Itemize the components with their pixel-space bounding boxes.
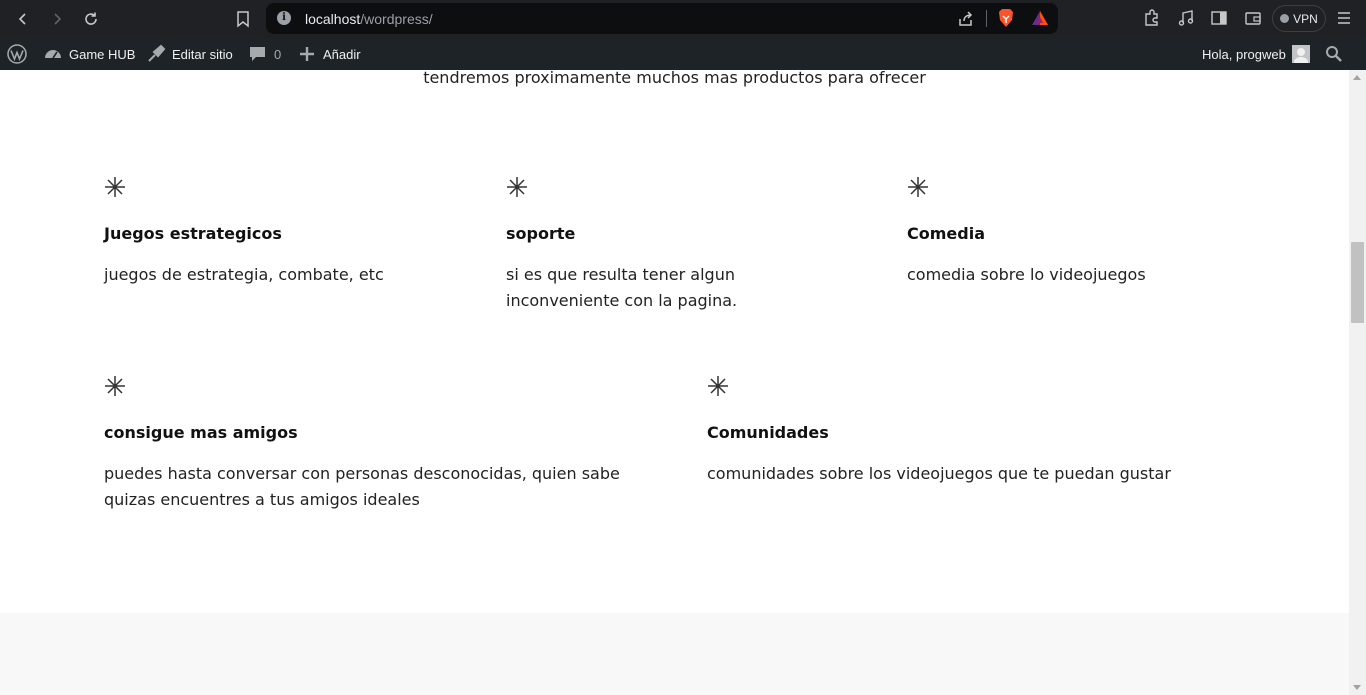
feature-title: Juegos estrategicos [104,224,282,243]
search-icon[interactable] [1324,38,1344,70]
page-content: tendremos proximamente muchos mas produc… [0,68,1349,695]
asterisk-icon [507,177,527,197]
feature-card: Comedia comedia sobre lo videojuegos [907,176,1237,288]
url-text[interactable]: localhost/wordpress/ [305,11,433,27]
feature-text: si es que resulta tener algun inconvenie… [506,265,738,310]
feature-title: Comedia [907,224,985,243]
feature-text: comedia sobre lo videojuegos [907,265,1146,284]
page-scrollbar[interactable] [1349,70,1366,695]
wp-admin-bar: Game HUB Editar sitio 0 Añadir Hola, pro… [0,38,1366,70]
footer-section [0,613,1349,695]
feature-text: juegos de estrategia, combate, etc [104,265,384,284]
feature-card: consigue mas amigos puedes hasta convers… [104,375,664,513]
greeting-label: Hola, progweb [1202,46,1286,62]
wallet-icon[interactable] [1243,8,1265,30]
asterisk-icon [908,177,928,197]
forward-icon[interactable] [44,6,70,32]
browser-toolbar: i localhost/wordpress/ VPN [0,0,1366,38]
feature-card: Juegos estrategicos juegos de estrategia… [104,176,434,288]
scroll-thumb[interactable] [1351,242,1364,323]
vpn-status-icon [1280,14,1290,23]
feature-title: consigue mas amigos [104,423,298,442]
brush-icon [148,44,166,62]
scroll-up-icon[interactable] [1353,75,1361,80]
reload-icon[interactable] [78,6,104,32]
feature-text: puedes hasta conversar con personas desc… [104,464,620,509]
dashboard-icon [45,50,61,59]
avatar [1291,45,1310,63]
sidebar-icon[interactable] [1209,8,1231,30]
url-host: localhost [305,11,361,27]
scroll-down-icon[interactable] [1353,685,1361,690]
feature-card: Comunidades comunidades sobre los videoj… [707,375,1307,487]
my-account-link[interactable]: Hola, progweb [1202,38,1310,70]
menu-icon[interactable] [1336,10,1352,26]
feature-title: soporte [506,224,576,243]
asterisk-icon [708,376,728,396]
wordpress-logo-icon[interactable] [7,38,27,70]
edit-site-link[interactable]: Editar sitio [146,38,233,70]
feature-text: comunidades sobre los videojuegos que te… [707,464,1171,483]
intro-text: tendremos proximamente muchos mas produc… [423,68,926,87]
address-bar[interactable]: i localhost/wordpress/ [266,3,1058,34]
extensions-icon[interactable] [1142,8,1164,30]
back-icon[interactable] [10,6,36,32]
asterisk-icon [105,177,125,197]
url-path: /wordpress/ [360,11,433,27]
feature-card: soporte si es que resulta tener algun in… [506,176,806,314]
vpn-button[interactable]: VPN [1272,5,1326,32]
site-name-link[interactable]: Game HUB [43,38,135,70]
bookmark-icon[interactable] [232,7,254,31]
site-info-icon[interactable]: i [277,11,291,25]
share-icon[interactable] [956,9,976,29]
brave-shields-icon[interactable] [997,8,1015,28]
asterisk-icon [105,376,125,396]
music-icon[interactable] [1176,8,1198,30]
url-separator [986,10,987,27]
rewards-icon[interactable] [1031,10,1049,26]
add-new-link[interactable]: Añadir [297,38,361,70]
site-name: Game HUB [69,46,136,62]
feature-title: Comunidades [707,423,829,442]
add-new-label: Añadir [323,46,361,62]
comment-icon [250,47,265,61]
plus-icon [300,47,314,61]
comments-count: 0 [274,46,282,62]
vpn-label: VPN [1293,11,1318,26]
edit-site-label: Editar sitio [172,46,233,62]
comments-link[interactable]: 0 [248,38,281,70]
